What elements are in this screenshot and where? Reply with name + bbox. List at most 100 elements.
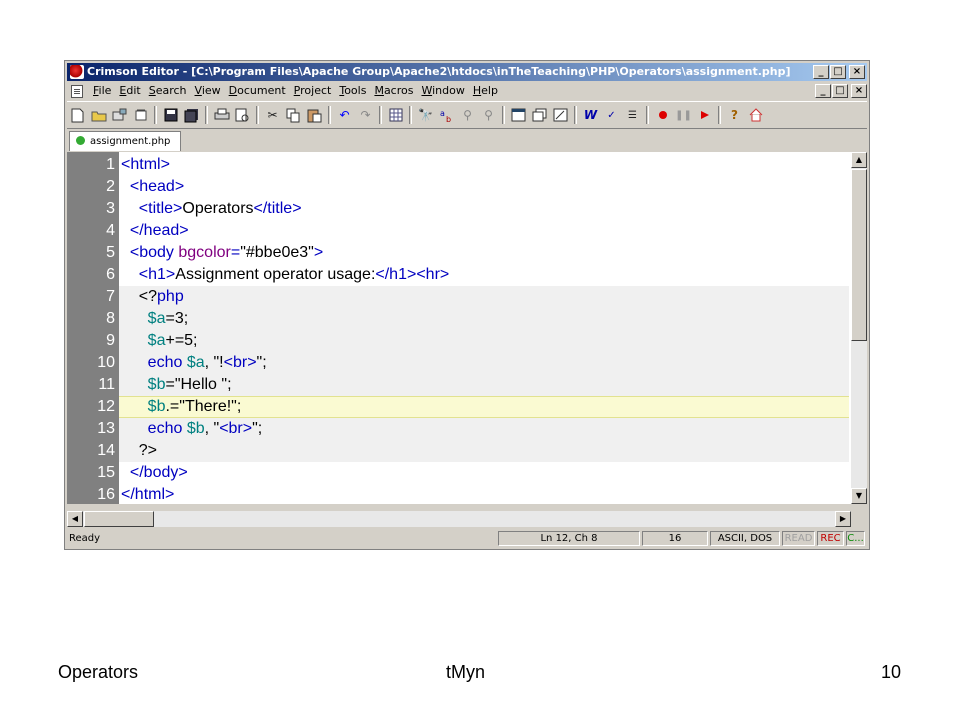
code-token: +=5;	[165, 332, 198, 349]
column-mode-icon[interactable]	[386, 106, 405, 125]
code-token: ="Hello ";	[165, 376, 232, 393]
code-line[interactable]: 13 echo $b, "<br>";	[67, 418, 849, 440]
menu-item[interactable]: File	[89, 82, 115, 100]
window-cascade-icon[interactable]	[530, 106, 549, 125]
horizontal-scroll-thumb[interactable]	[84, 511, 154, 527]
menu-item[interactable]: Macros	[370, 82, 417, 100]
undo-icon[interactable]: ↶	[335, 106, 354, 125]
code-line[interactable]: 12 $b.="There!";	[67, 396, 849, 418]
code-line[interactable]: 16 </html>	[67, 484, 849, 504]
menu-item[interactable]: Search	[145, 82, 191, 100]
menu-item-label: indow	[432, 84, 465, 97]
horizontal-scrollbar[interactable]: ◀ ▶	[67, 511, 851, 527]
menu-item-label: dit	[126, 84, 141, 97]
menu-item[interactable]: Help	[469, 82, 502, 100]
code-editor[interactable]: 1 <html> 2 <head> 3 <title>Operators</title…	[67, 152, 851, 504]
copy-icon[interactable]	[284, 106, 303, 125]
code-line[interactable]: 1 <html>	[67, 154, 849, 176]
find-next-icon[interactable]: ⚲	[458, 106, 477, 125]
status-line-count: 16	[642, 531, 708, 546]
doc-minimize-button[interactable]: _	[815, 84, 831, 98]
menu-item[interactable]: Tools	[335, 82, 370, 100]
code-line[interactable]: 14 ?>	[67, 440, 849, 462]
window-title: Crimson Editor - [C:\Program Files\Apach…	[87, 65, 791, 78]
code-token: </html>	[121, 486, 175, 503]
record-macro-icon[interactable]	[653, 106, 672, 125]
minimize-button[interactable]: _	[813, 65, 829, 79]
menu-item-accelerator: H	[472, 84, 482, 97]
code-line[interactable]: 6 <h1>Assignment operator usage:</h1><hr…	[67, 264, 849, 286]
menu-bar: File Edit Search View Document Project Tools Ma…	[67, 82, 867, 100]
maximize-button[interactable]: □	[830, 65, 846, 79]
code-line[interactable]: 3 <title>Operators</title>	[67, 198, 849, 220]
code-line[interactable]: 5 <body bgcolor="#bbe0e3">	[67, 242, 849, 264]
code-text: $b.="There!";	[119, 396, 849, 418]
menu-item[interactable]: Edit	[115, 82, 144, 100]
code-line[interactable]: 8 $a=3;	[67, 308, 849, 330]
menu-item-accelerator: V	[194, 84, 202, 97]
code-line[interactable]: 11 $b="Hello ";	[67, 374, 849, 396]
save-remote-icon[interactable]	[131, 106, 150, 125]
help-icon[interactable]: ?	[725, 106, 744, 125]
code-line[interactable]: 15 </body>	[67, 462, 849, 484]
doc-restore-button[interactable]: □	[832, 84, 848, 98]
code-token: </h1>	[375, 266, 417, 283]
save-all-icon[interactable]	[182, 106, 201, 125]
menu-item-label: acros	[383, 84, 414, 97]
document-icon[interactable]	[71, 84, 83, 98]
line-number: 11	[98, 376, 115, 393]
home-icon[interactable]	[746, 106, 765, 125]
code-token: Operators	[182, 200, 254, 217]
find-prev-icon[interactable]: ⚲	[479, 106, 498, 125]
menu-item[interactable]: View	[191, 82, 225, 100]
editor-window: Crimson Editor - [C:\Program Files\Apach…	[64, 60, 870, 550]
code-token: </head>	[129, 222, 189, 239]
vertical-scrollbar[interactable]: ▲ ▼	[851, 152, 867, 504]
browser-preview-icon[interactable]	[551, 106, 570, 125]
vertical-scroll-thumb[interactable]	[851, 169, 867, 341]
line-number: 7	[106, 288, 115, 305]
scroll-left-arrow-icon[interactable]: ◀	[67, 511, 83, 527]
paste-icon[interactable]	[305, 106, 324, 125]
pause-macro-icon[interactable]: ❚❚	[674, 106, 693, 125]
doc-close-button[interactable]: ×	[851, 84, 867, 98]
word-wrap-icon[interactable]: W	[581, 106, 600, 125]
menu-item[interactable]: Project	[290, 82, 336, 100]
play-macro-icon[interactable]	[695, 106, 714, 125]
line-number: 15	[97, 464, 115, 481]
menu-item[interactable]: Window	[417, 82, 468, 100]
replace-icon[interactable]: ab	[437, 106, 456, 125]
code-text: echo $b, "<br>";	[119, 418, 849, 440]
code-token: ?>	[121, 442, 158, 459]
code-line[interactable]: 4 </head>	[67, 220, 849, 242]
spell-check-icon[interactable]: ✓	[602, 106, 621, 125]
scroll-up-arrow-icon[interactable]: ▲	[851, 152, 867, 168]
code-text: $a=3;	[119, 308, 849, 330]
open-folder-icon[interactable]	[89, 106, 108, 125]
status-encoding: ASCII, DOS	[710, 531, 780, 546]
code-line[interactable]: 7 <?php	[67, 286, 849, 308]
cut-icon[interactable]: ✂	[263, 106, 282, 125]
scroll-right-arrow-icon[interactable]: ▶	[835, 511, 851, 527]
tab-assignment-php[interactable]: assignment.php	[69, 131, 181, 151]
open-remote-icon[interactable]	[110, 106, 129, 125]
code-line[interactable]: 10 echo $a, "!<br>";	[67, 352, 849, 374]
print-preview-icon[interactable]	[233, 106, 252, 125]
save-icon[interactable]	[161, 106, 180, 125]
close-button[interactable]: ×	[849, 65, 865, 79]
line-numbers-icon[interactable]: ☰	[623, 106, 642, 125]
new-file-icon[interactable]	[68, 106, 87, 125]
code-line[interactable]: 2 <head>	[67, 176, 849, 198]
print-icon[interactable]	[212, 106, 231, 125]
line-number: 9	[106, 332, 115, 349]
code-line[interactable]: 9 $a+=5;	[67, 330, 849, 352]
redo-icon[interactable]: ↷	[356, 106, 375, 125]
menu-item[interactable]: Document	[225, 82, 290, 100]
window-tile-icon[interactable]	[509, 106, 528, 125]
find-icon[interactable]: 🔭	[416, 106, 435, 125]
title-bar[interactable]: Crimson Editor - [C:\Program Files\Apach…	[67, 63, 867, 81]
scroll-down-arrow-icon[interactable]: ▼	[851, 488, 867, 504]
